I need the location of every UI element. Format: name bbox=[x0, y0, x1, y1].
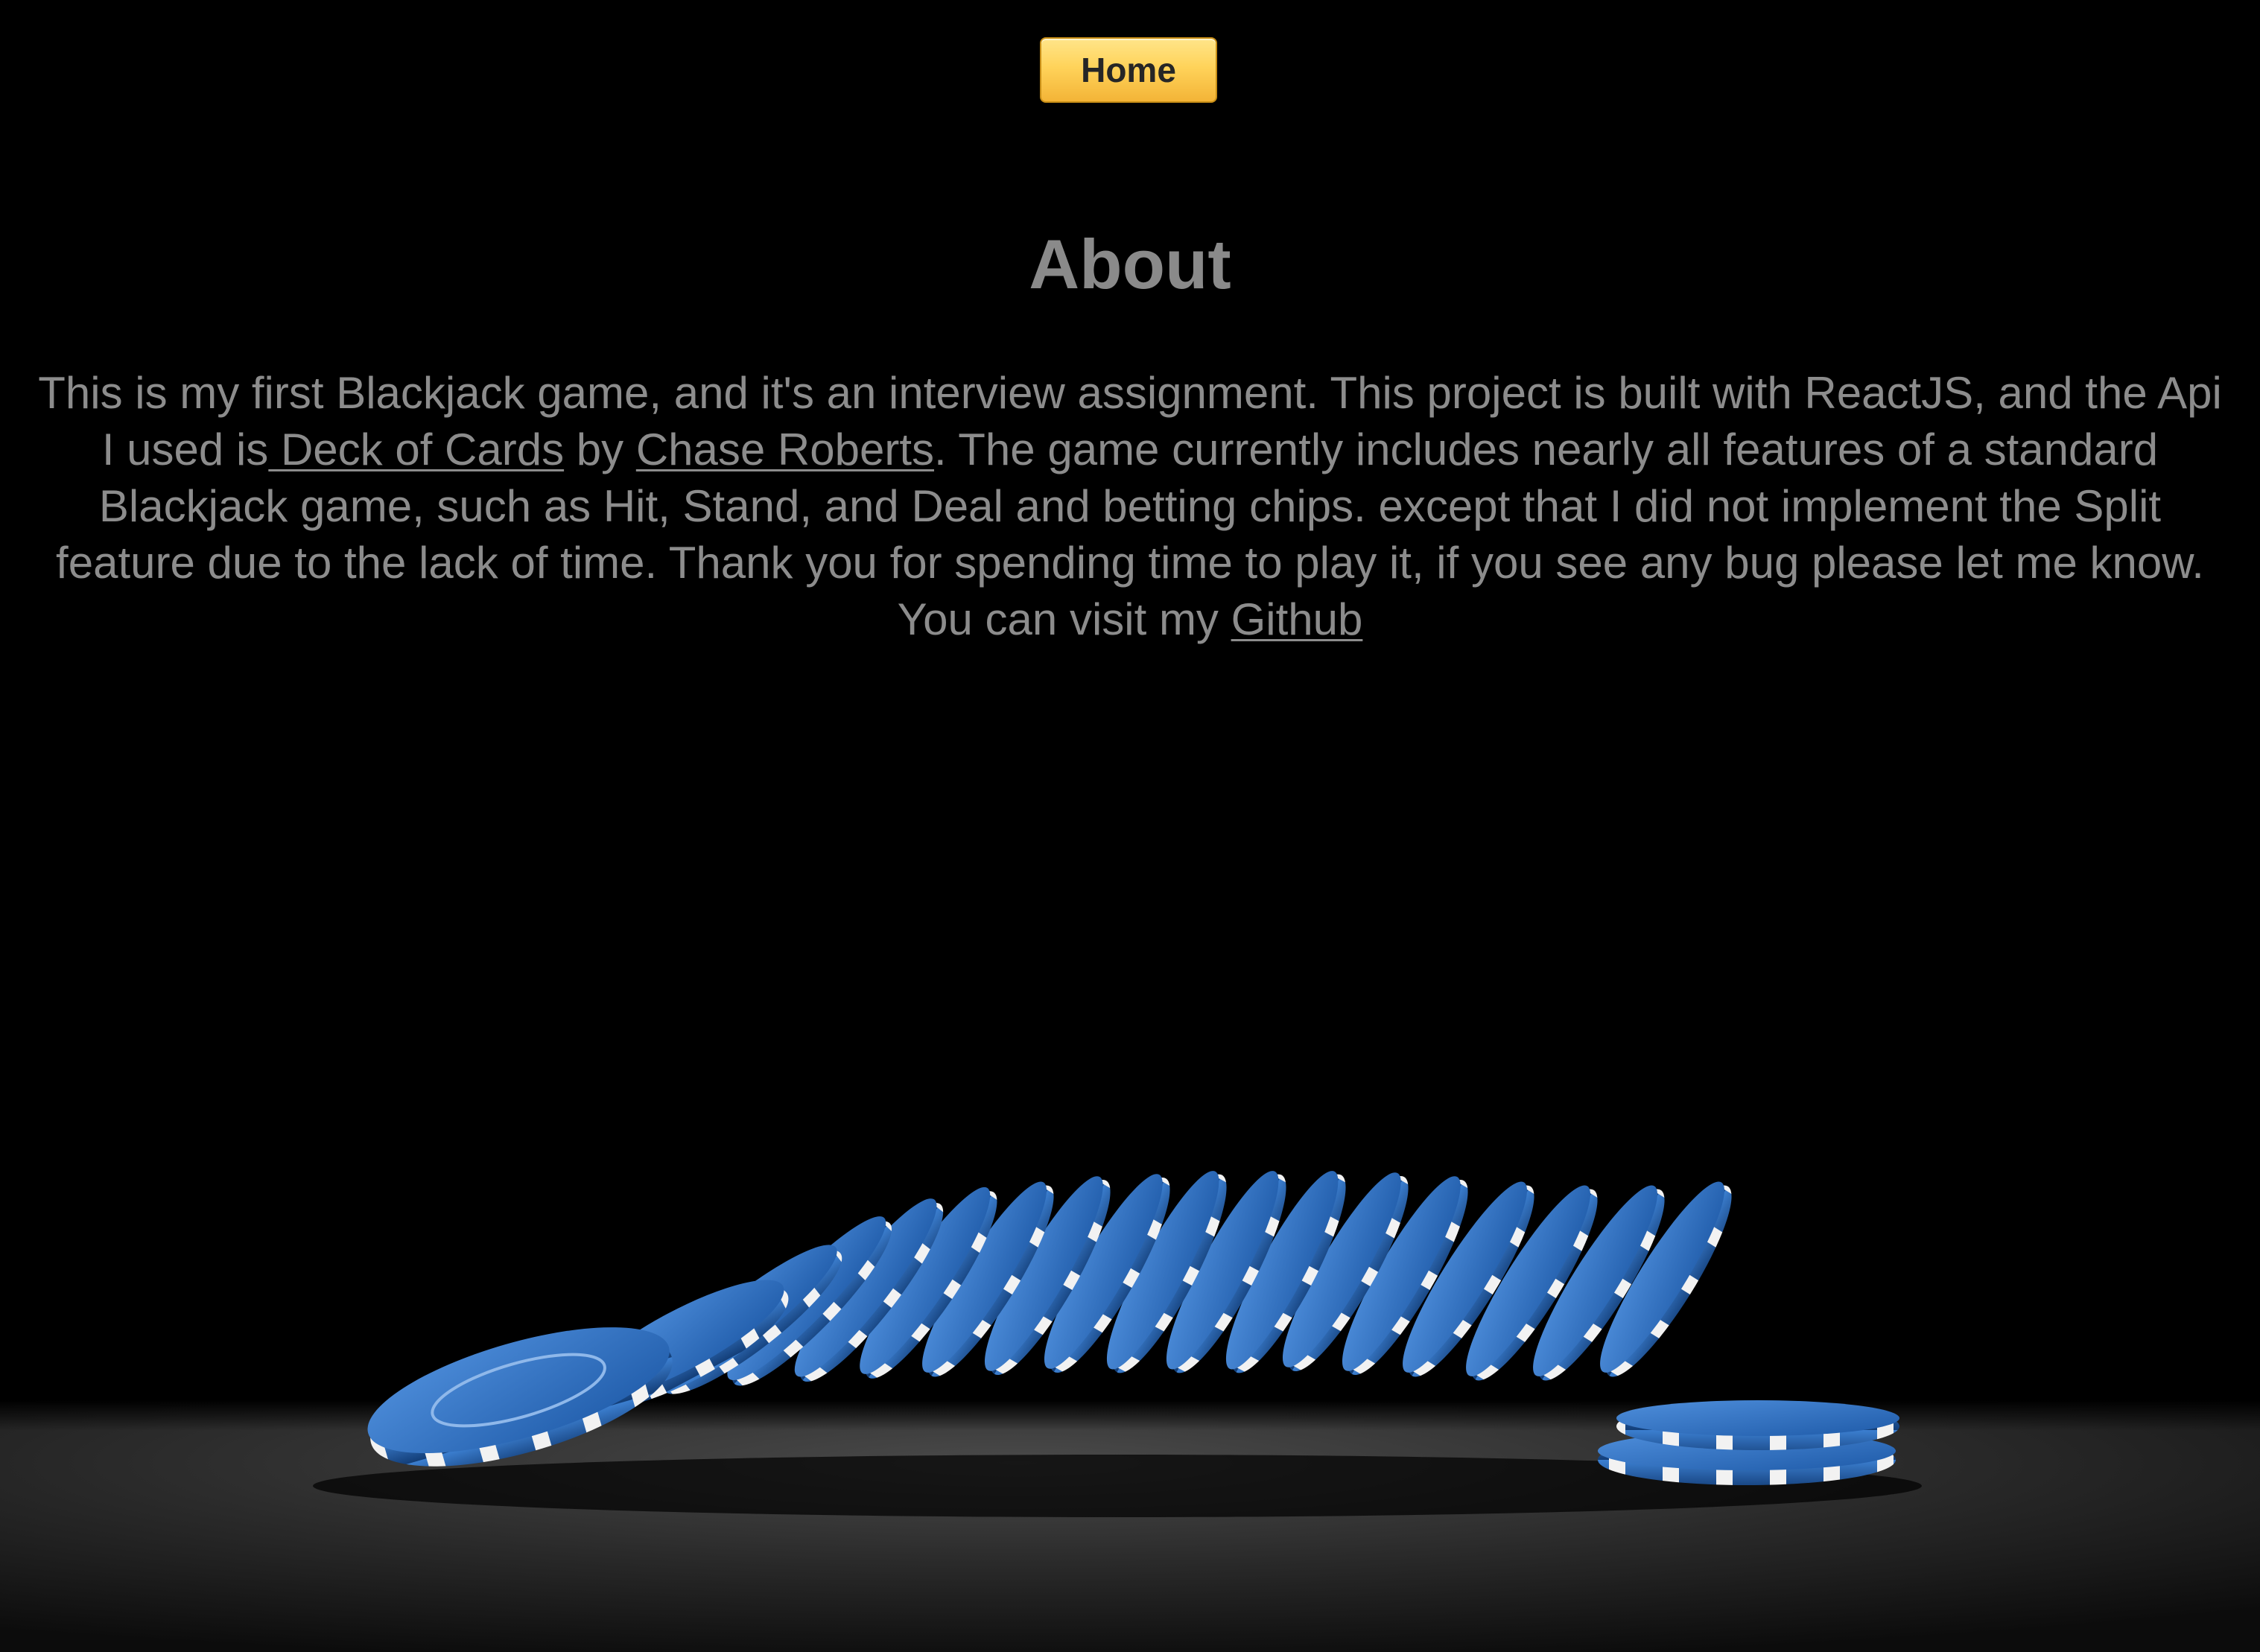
chase-roberts-link[interactable]: Chase Roberts bbox=[636, 425, 934, 474]
about-text-by: by bbox=[564, 425, 636, 474]
about-page: Home About This is my first Blackjack ga… bbox=[0, 0, 2260, 1652]
github-link[interactable]: Github bbox=[1231, 594, 1363, 644]
page-title: About bbox=[1029, 225, 1231, 303]
about-description: This is my first Blackjack game, and it'… bbox=[30, 365, 2230, 648]
deck-of-cards-link[interactable]: Deck of Cards bbox=[268, 425, 564, 474]
home-button[interactable]: Home bbox=[1040, 37, 1217, 103]
